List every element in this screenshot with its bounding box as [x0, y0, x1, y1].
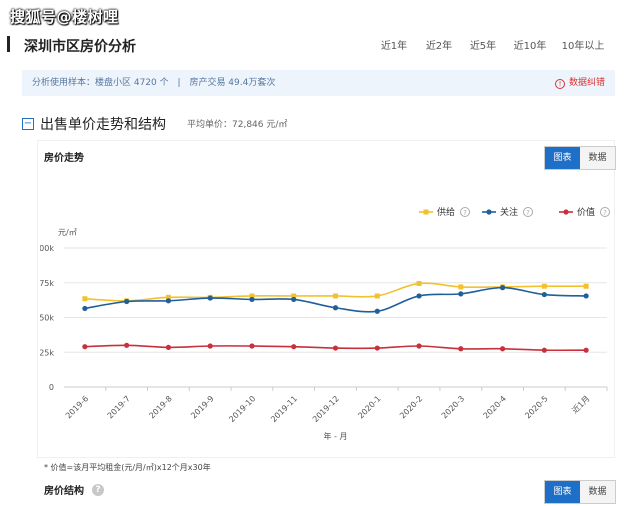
info-separator: | [177, 78, 181, 88]
legend-marker-0 [423, 209, 429, 215]
y-tick-label: 25k [40, 348, 54, 357]
series-point-2 [541, 347, 547, 353]
series-point-2 [416, 343, 422, 349]
x-tick-label: 2019-7 [106, 394, 132, 420]
legend-label-1: 关注 [500, 206, 518, 218]
series-point-0 [333, 293, 338, 299]
series-point-1 [583, 293, 589, 299]
tab-10-years[interactable]: 近10年 [505, 34, 555, 60]
x-tick-label: 2020-3 [440, 394, 466, 420]
series-point-0 [82, 296, 88, 302]
structure-data-button[interactable]: 数据 [580, 481, 615, 503]
x-tick-label: 2020-1 [356, 394, 382, 420]
page-title: 深圳市区房价分析 [24, 39, 136, 55]
question-mark: ? [463, 209, 467, 217]
x-tick-label: 2020-4 [482, 394, 508, 420]
series-point-2 [291, 344, 297, 350]
question-circle-icon[interactable]: ? [92, 483, 104, 496]
section-title: 出售单价走势和结构 [40, 117, 166, 133]
y-tick-label: 75k [40, 279, 54, 288]
series-point-2 [207, 343, 213, 349]
trend-chart-button[interactable]: 图表 [545, 147, 580, 169]
tab-10-years-plus[interactable]: 10年以上 [555, 34, 611, 60]
question-mark: ? [526, 209, 530, 217]
range-tabs: 近1年 近2年 近5年 近10年 10年以上 [371, 34, 611, 60]
structure-title: 房价结构 [44, 486, 84, 497]
legend-marker-1 [486, 209, 492, 215]
series-point-1 [124, 298, 130, 305]
value-footnote: * 价值=该月平均租金(元/月/㎡)x12个月x30年 [44, 463, 211, 472]
series-point-2 [583, 347, 589, 353]
x-tick-label: 2019-10 [227, 394, 257, 424]
series-point-1 [332, 305, 339, 311]
trend-data-button[interactable]: 数据 [580, 147, 615, 169]
exclamation-icon: ! [554, 79, 565, 89]
series-point-1 [458, 291, 464, 297]
series-point-0 [416, 280, 422, 286]
x-tick-label: 2019-12 [311, 394, 341, 424]
series-point-1 [165, 298, 172, 304]
section-header: − 出售单价走势和结构 [22, 114, 166, 134]
series-point-1 [82, 305, 88, 312]
series-point-1 [249, 296, 255, 303]
structure-chart-button[interactable]: 图表 [545, 481, 580, 503]
legend-marker-2 [563, 209, 569, 215]
trend-view-toggle: 图表 数据 [544, 146, 616, 170]
y-tick-label: 100k [40, 244, 54, 253]
structure-title-row: 房价结构 ? [44, 482, 104, 497]
series-point-2 [249, 343, 255, 349]
y-tick-label: 0 [49, 383, 54, 392]
series-point-1 [291, 296, 297, 303]
series-point-0 [583, 283, 589, 289]
price-trend-chart: 元/㎡ 0 25k 50k 75k 100k 2019-6 2019-7 2019-8 2019-… [40, 206, 610, 441]
x-tick-label: 2020-2 [398, 394, 424, 420]
sample-info-bar: 分析使用样本：楼盘小区 4720 个 | 房产交易 49.4万套次 ! 数据纠错 [22, 70, 615, 96]
y-axis-label: 元/㎡ [58, 228, 77, 237]
series-point-2 [165, 344, 172, 350]
series-point-2 [332, 345, 339, 351]
series-point-0 [374, 293, 380, 299]
series-point-1 [207, 295, 213, 301]
series-point-2 [374, 345, 380, 351]
trade-count: 房产交易 49.4万套次 [189, 78, 276, 88]
series-point-2 [499, 346, 506, 352]
series-point-1 [416, 293, 422, 299]
average-price: 平均单价：72,846 元/㎡ [187, 120, 288, 130]
x-tick-label: 近1月 [570, 393, 592, 415]
series-point-0 [541, 283, 547, 289]
legend-label-2: 价值 [577, 206, 595, 218]
series-point-2 [124, 342, 130, 348]
data-error-report-link[interactable]: ! 数据纠错 [554, 70, 605, 96]
legend-label-0: 供给 [437, 206, 455, 218]
x-tick-label: 2019-9 [189, 394, 215, 420]
sample-count: 分析使用样本：楼盘小区 4720 个 [32, 78, 169, 88]
series-point-2 [82, 344, 88, 350]
minus-square-icon[interactable]: − [22, 118, 34, 130]
error-report-label: 数据纠错 [568, 78, 605, 88]
series-point-2 [458, 346, 464, 352]
header-accent-bar [7, 36, 10, 52]
series-point-1 [374, 308, 380, 314]
series-point-0 [458, 284, 464, 290]
x-tick-label: 2019-6 [64, 394, 90, 420]
tab-1-year[interactable]: 近1年 [371, 34, 417, 60]
question-mark: ? [603, 209, 607, 217]
watermark: 搜狐号@楼树哩 [10, 8, 119, 26]
series-point-1 [499, 285, 506, 291]
series-point-1 [541, 291, 547, 298]
structure-view-toggle: 图表 数据 [544, 480, 616, 504]
tab-2-years[interactable]: 近2年 [417, 34, 461, 60]
trend-title: 房价走势 [44, 153, 84, 164]
x-tick-label: 2020-5 [523, 394, 549, 420]
x-axis-label: 年 - 月 [324, 431, 348, 441]
tab-5-years[interactable]: 近5年 [461, 34, 505, 60]
x-tick-label: 2019-8 [147, 394, 173, 420]
y-tick-label: 50k [40, 314, 54, 323]
x-tick-label: 2019-11 [269, 394, 299, 424]
